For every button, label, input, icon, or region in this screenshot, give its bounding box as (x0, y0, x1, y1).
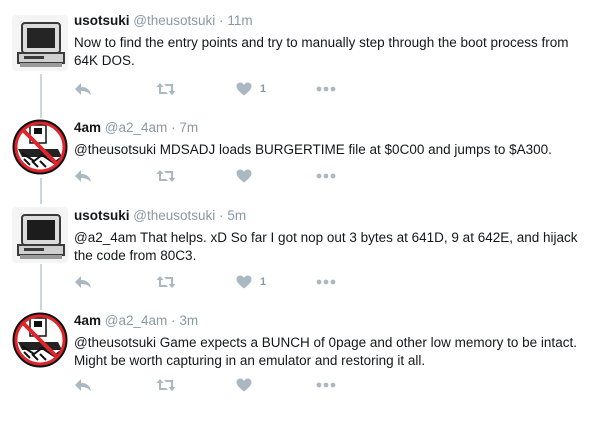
separator-dot: · (171, 313, 176, 328)
retweet-button[interactable] (156, 81, 176, 97)
like-button[interactable]: 1 (236, 81, 266, 97)
tweet-text: @theusotsuki Game expects a BUNCH of 0pa… (74, 335, 577, 368)
tweet-header: 4am @a2_4am · 7m (74, 119, 587, 137)
heart-icon (236, 378, 252, 392)
tweet-text: @a2_4am That helps. xD So far I got nop … (74, 230, 578, 263)
reply-button[interactable] (74, 377, 92, 393)
display-name[interactable]: usotsuki (74, 208, 130, 223)
timestamp[interactable]: 5m (227, 208, 246, 223)
more-dots-icon (316, 279, 336, 285)
retweet-button[interactable] (156, 168, 176, 184)
tweet[interactable]: usotsuki @theusotsuki · 5m @a2_4am That … (0, 207, 603, 295)
user-handle[interactable]: @theusotsuki (133, 208, 215, 223)
timestamp[interactable]: 11m (227, 13, 252, 28)
separator-dot: · (219, 13, 224, 28)
more-button[interactable] (316, 168, 336, 184)
timestamp[interactable]: 7m (179, 120, 198, 135)
reply-icon (75, 83, 91, 95)
retweet-icon (156, 276, 176, 288)
user-handle[interactable]: @theusotsuki (133, 13, 215, 28)
more-button[interactable] (316, 274, 336, 290)
like-button[interactable] (236, 377, 260, 393)
user-handle[interactable]: @a2_4am (105, 120, 168, 135)
tweet-text: @theusotsuki MDSADJ loads BURGERTIME fil… (74, 142, 552, 157)
tweet[interactable]: usotsuki @theusotsuki · 11m Now to find … (0, 12, 603, 100)
reply-button[interactable] (74, 274, 92, 290)
tweet-header: 4am @a2_4am · 3m (74, 312, 587, 330)
tweet[interactable]: 4am @a2_4am · 3m @theusotsuki Game expec… (0, 312, 603, 400)
retro-computer-avatar-icon (12, 207, 68, 263)
display-name[interactable]: 4am (74, 313, 101, 328)
like-count: 1 (260, 276, 267, 288)
avatar[interactable] (12, 207, 68, 263)
user-handle[interactable]: @a2_4am (105, 313, 168, 328)
more-dots-icon (316, 173, 336, 179)
more-button[interactable] (316, 81, 336, 97)
heart-icon (236, 82, 252, 96)
heart-icon (236, 169, 252, 183)
display-name[interactable]: usotsuki (74, 13, 130, 28)
retweet-icon (156, 170, 176, 182)
more-dots-icon (316, 86, 336, 92)
display-name[interactable]: 4am (74, 120, 101, 135)
like-button[interactable] (236, 168, 260, 184)
reply-icon (75, 276, 91, 288)
retweet-icon (156, 379, 176, 391)
reply-button[interactable] (74, 81, 92, 97)
no-disk-copying-avatar-icon (12, 312, 68, 368)
separator-dot: · (171, 120, 176, 135)
separator-dot: · (219, 208, 224, 223)
tweet-text: Now to find the entry points and try to … (74, 35, 569, 68)
reply-icon (75, 170, 91, 182)
no-disk-copying-avatar-icon (12, 119, 68, 175)
avatar[interactable] (12, 312, 68, 368)
avatar[interactable] (12, 15, 68, 71)
timestamp[interactable]: 3m (179, 313, 198, 328)
tweet-header: usotsuki @theusotsuki · 5m (74, 207, 587, 225)
reply-icon (75, 379, 91, 391)
retro-computer-avatar-icon (12, 15, 68, 71)
retweet-icon (156, 83, 176, 95)
more-button[interactable] (316, 377, 336, 393)
retweet-button[interactable] (156, 377, 176, 393)
more-dots-icon (316, 382, 336, 388)
avatar[interactable] (12, 119, 68, 175)
reply-button[interactable] (74, 168, 92, 184)
like-count: 1 (260, 83, 267, 95)
heart-icon (236, 275, 252, 289)
tweet-header: usotsuki @theusotsuki · 11m (74, 12, 587, 30)
like-button[interactable]: 1 (236, 274, 266, 290)
retweet-button[interactable] (156, 274, 176, 290)
tweet[interactable]: 4am @a2_4am · 7m @theusotsuki MDSADJ loa… (0, 119, 603, 189)
